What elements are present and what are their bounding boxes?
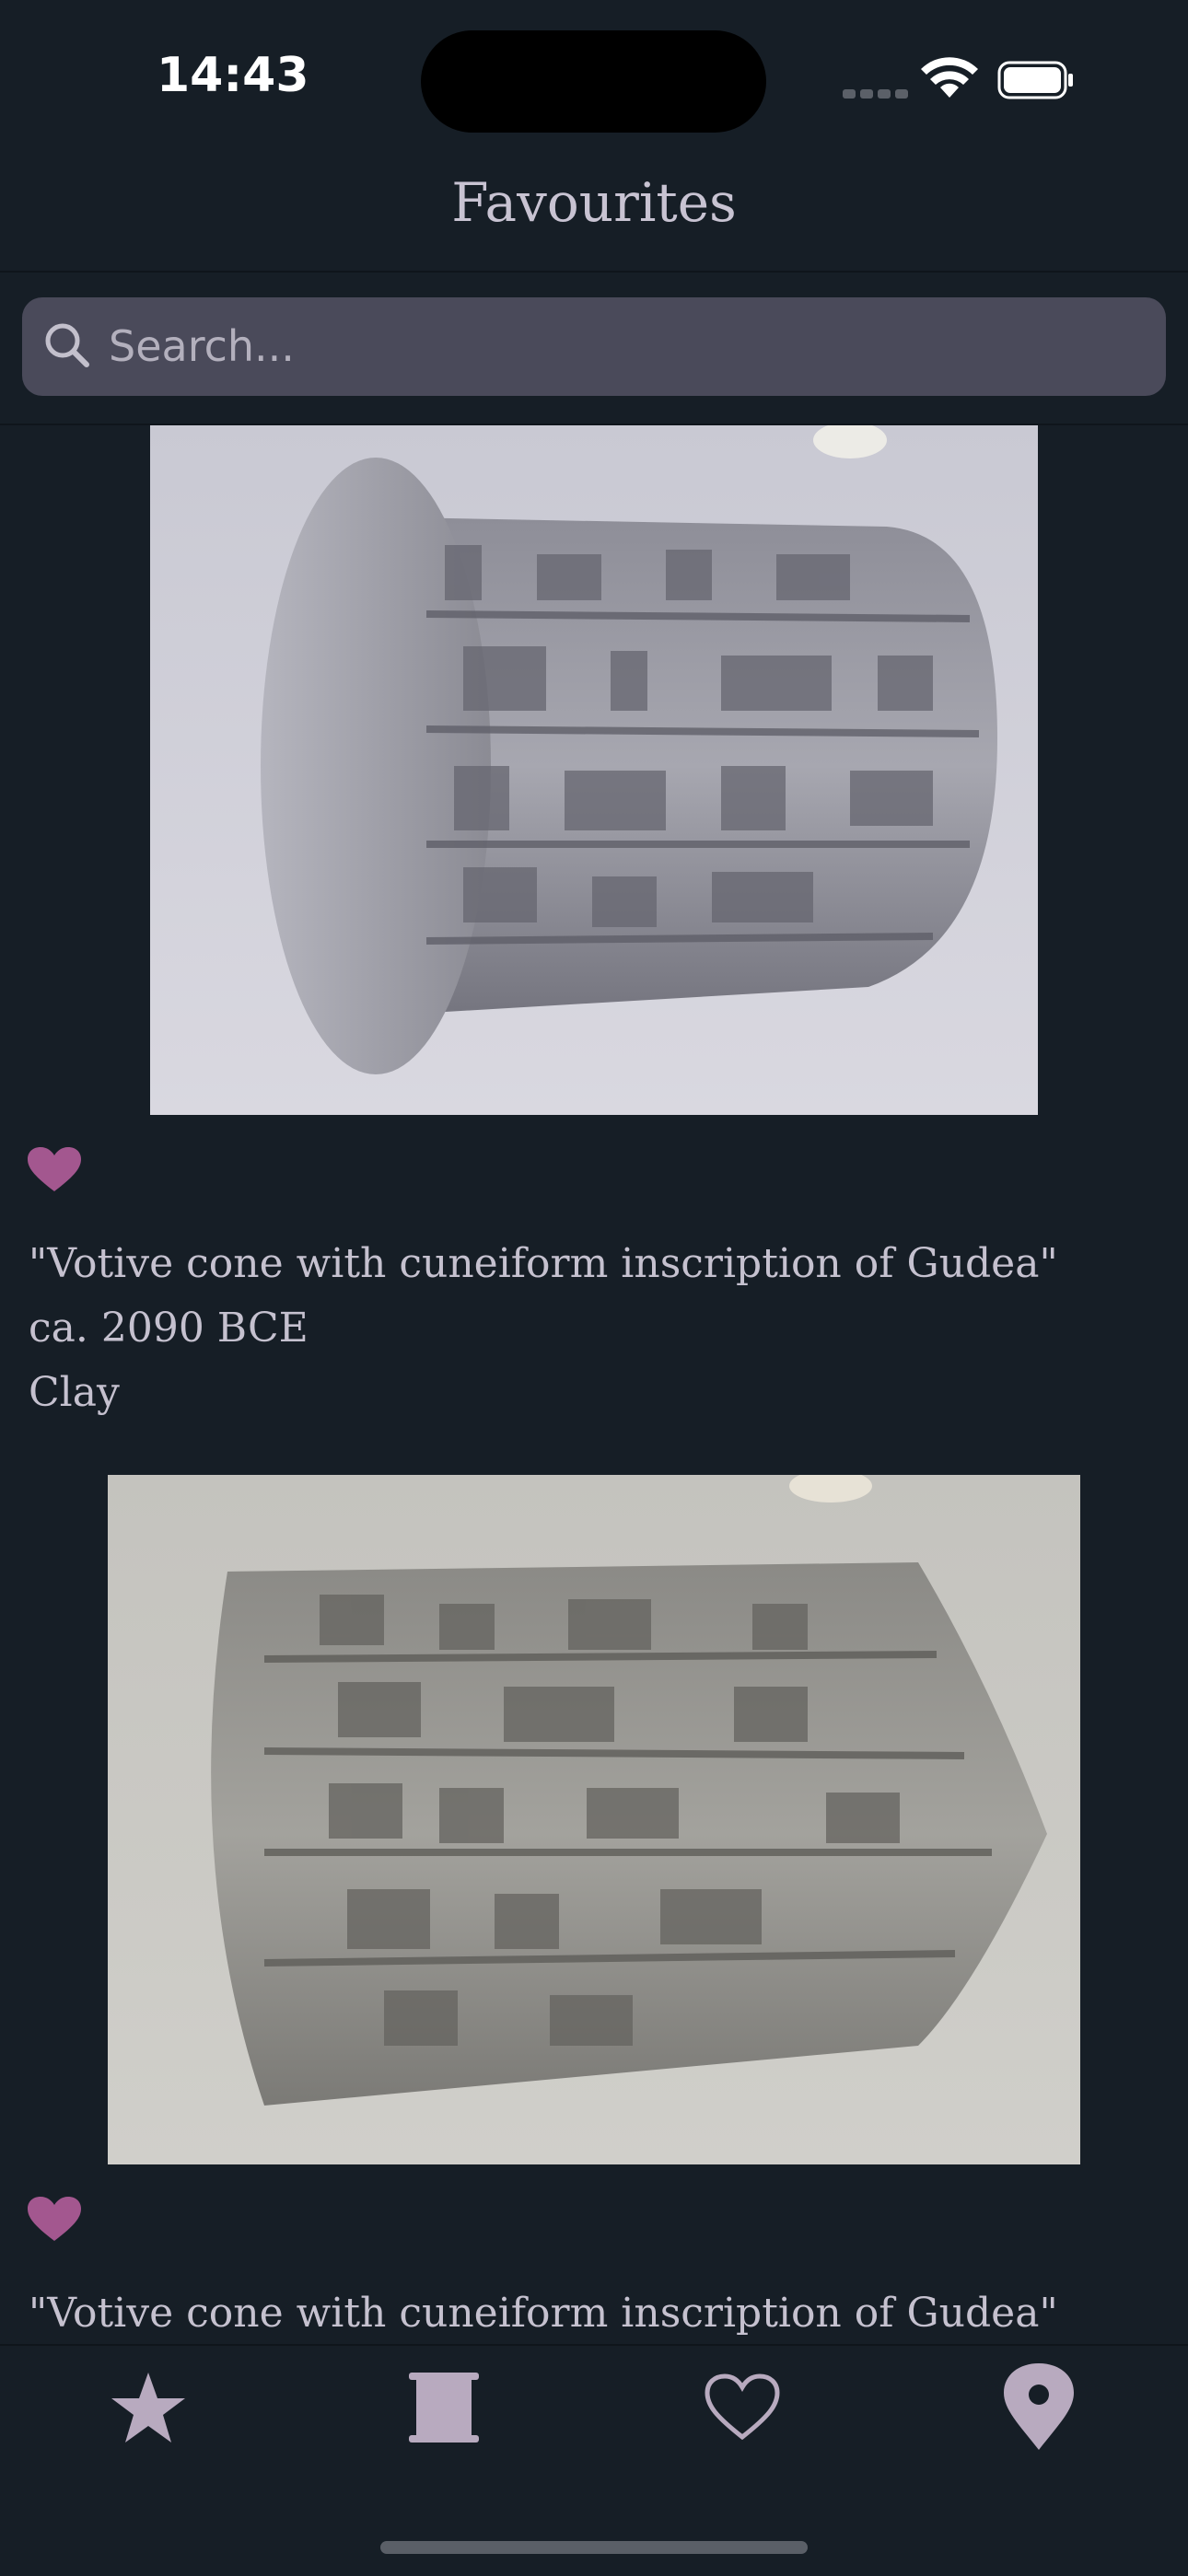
wifi-icon [921, 57, 978, 98]
status-time: 14:43 [157, 48, 309, 103]
tab-favourites[interactable] [692, 2357, 793, 2458]
page-title: Favourites [451, 171, 737, 234]
tab-map[interactable] [988, 2357, 1089, 2458]
cellular-signal-icon [843, 85, 913, 102]
favourites-list[interactable]: "Votive cone with cuneiform inscription … [0, 425, 1188, 2344]
favourite-heart-icon[interactable] [26, 1145, 83, 1193]
heart-icon [705, 2373, 780, 2441]
home-indicator [380, 2541, 808, 2554]
tab-collection[interactable] [393, 2357, 495, 2458]
artifact-date: ca. 2090 BCE [29, 1305, 309, 1352]
artifact-title: "Votive cone with cuneiform inscription … [29, 1240, 1058, 1287]
search-icon [45, 323, 89, 367]
star-icon [111, 2373, 185, 2443]
dynamic-island [421, 30, 766, 133]
artifact-material: Clay [29, 1369, 120, 1416]
search-bar[interactable] [22, 297, 1166, 396]
artifact-title: "Votive cone with cuneiform inscription … [29, 2290, 1058, 2337]
favourite-heart-icon[interactable] [26, 2195, 83, 2243]
tab-highlights[interactable] [98, 2357, 199, 2458]
scroll-icon [409, 2373, 479, 2443]
battery-icon [997, 61, 1073, 99]
location-pin-icon [1004, 2363, 1074, 2450]
status-bar: 14:43 [0, 0, 1188, 157]
search-input[interactable] [107, 316, 1142, 377]
artifact-image[interactable] [108, 1475, 1080, 2164]
artifact-image[interactable] [150, 425, 1038, 1115]
